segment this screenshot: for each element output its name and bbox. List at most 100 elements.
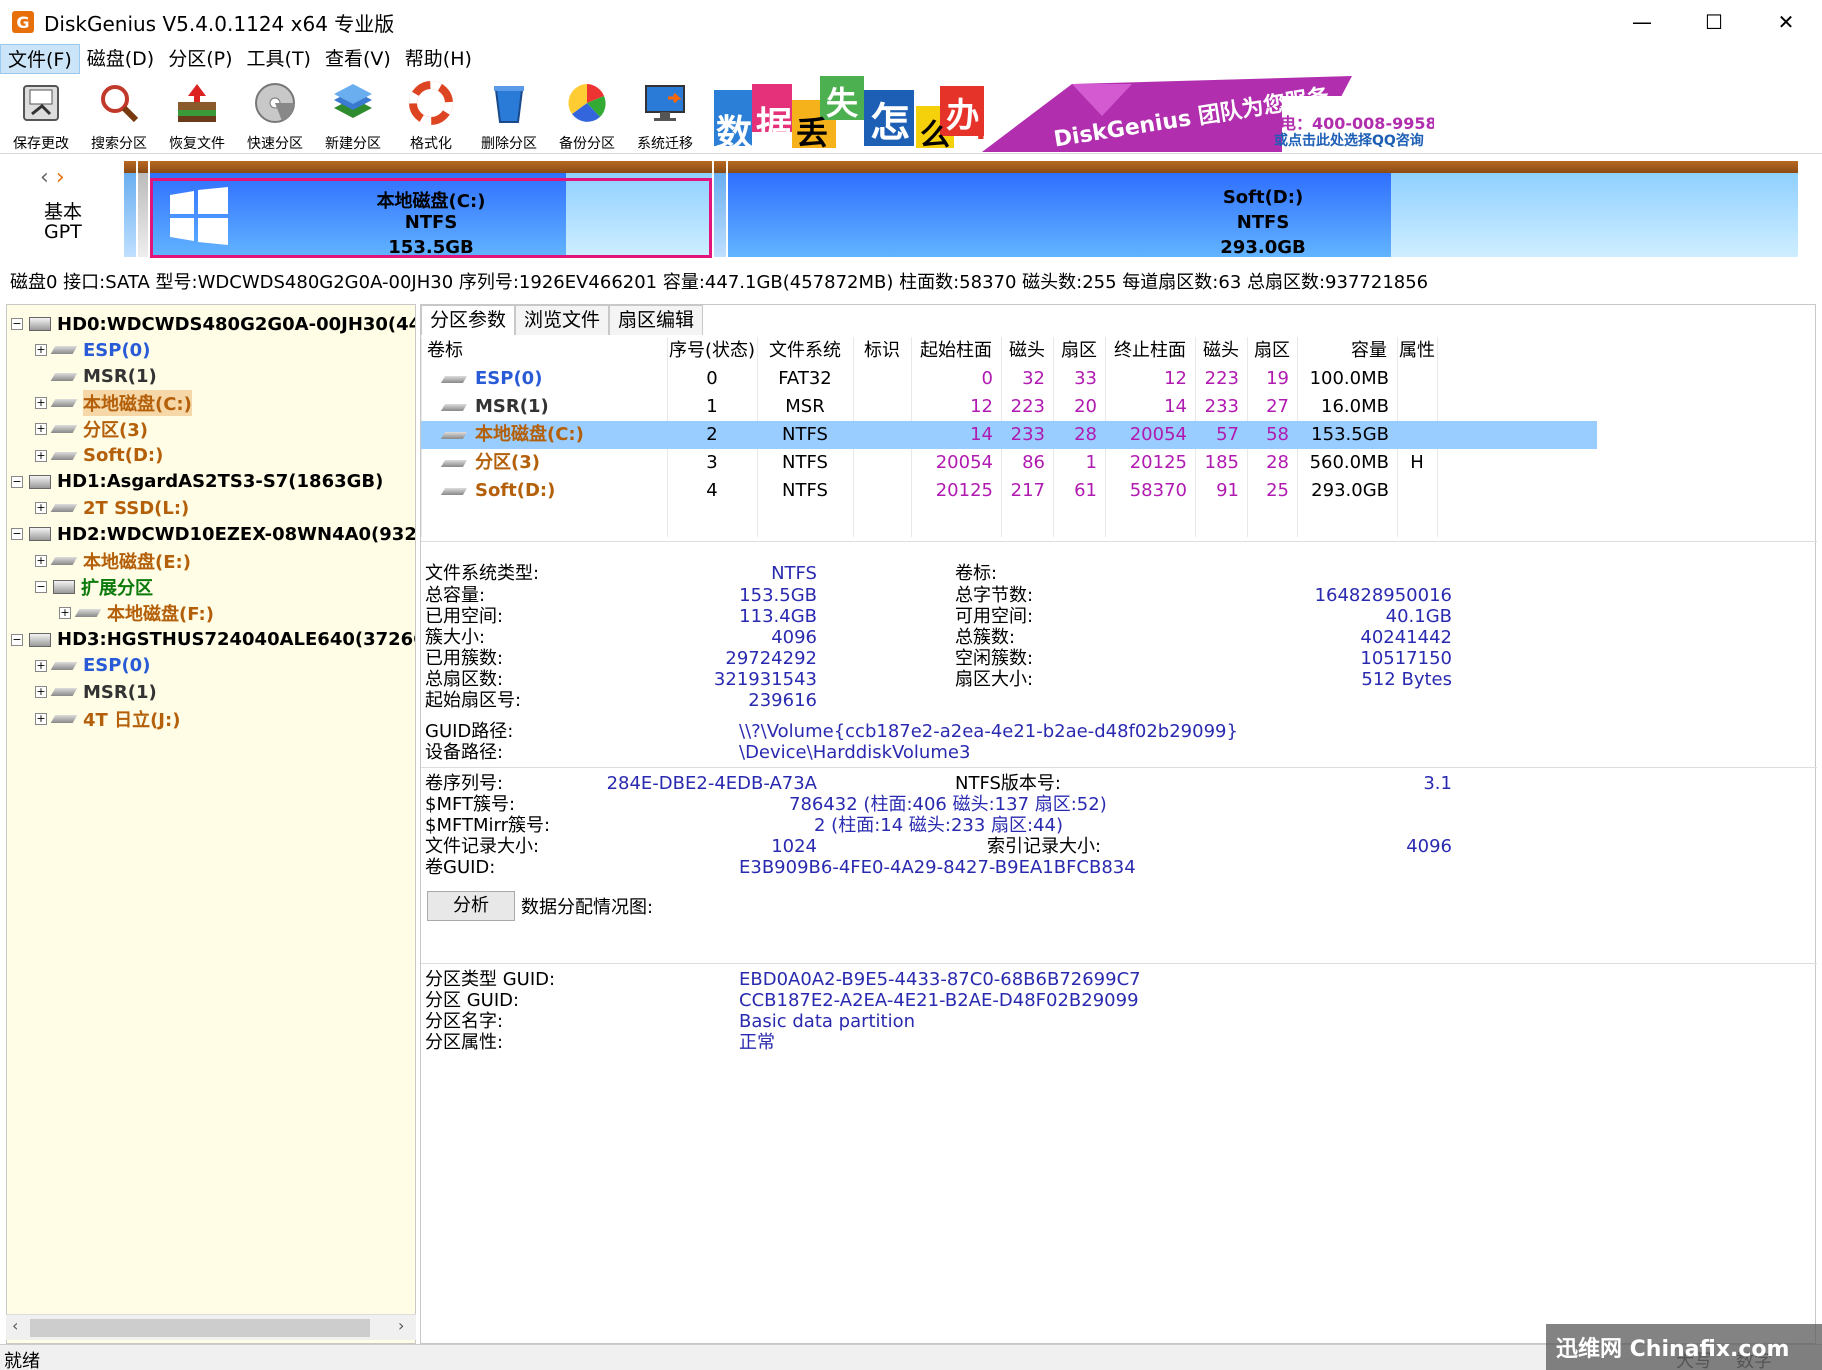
tree-partition-node[interactable]: + Soft(D:) [35, 443, 163, 469]
column-header[interactable]: 属性 [1397, 337, 1437, 365]
support-banner[interactable]: 数 据 丢 失 怎 么 办 ! DiskGenius 团队为您服务 致电：400… [712, 76, 1434, 152]
table-row[interactable]: 本地磁盘(C:) 2 NTFS 14 233 28 20054 57 58 153.5GB [421, 421, 1597, 449]
expand-icon[interactable]: + [35, 686, 47, 699]
collapse-icon[interactable]: − [11, 528, 23, 541]
column-header[interactable]: 终止柱面 [1105, 337, 1195, 365]
menu-partition[interactable]: 分区(P) [161, 44, 239, 74]
tab-sector-edit[interactable]: 扇区编辑 [609, 305, 704, 335]
partition-bar-msr[interactable] [138, 161, 148, 257]
menu-help[interactable]: 帮助(H) [398, 44, 479, 74]
tab-partition-params[interactable]: 分区参数 [421, 305, 516, 335]
partition-fs: NTFS [1236, 212, 1290, 233]
collapse-icon[interactable]: − [11, 475, 23, 488]
format-button[interactable]: 格式化 [392, 76, 470, 152]
expand-icon[interactable]: + [35, 449, 47, 462]
info-label: 簇大小: [425, 627, 486, 648]
row-label: ESP(0) [475, 368, 543, 389]
table-row[interactable]: Soft(D:) 4 NTFS 20125 217 61 58370 91 25 293.0GB [421, 477, 1597, 505]
partition-bar-d[interactable]: Soft(D:) NTFS 293.0GB [728, 161, 1798, 258]
collapse-icon[interactable]: − [35, 581, 47, 593]
tab-browse-files[interactable]: 浏览文件 [515, 305, 610, 335]
partition-bar-3[interactable] [714, 161, 726, 257]
tree-partition-node[interactable]: + MSR(1) [35, 679, 157, 705]
collapse-icon[interactable]: − [11, 318, 23, 330]
expand-icon[interactable]: + [35, 502, 47, 515]
new-partition-button[interactable]: 新建分区 [314, 76, 392, 152]
column-header[interactable]: 容量 [1297, 337, 1387, 365]
scroll-right-icon[interactable]: › [398, 1316, 404, 1335]
tree-partition-node[interactable]: MSR(1) [35, 364, 157, 390]
column-header[interactable]: 标识 [853, 337, 911, 365]
expand-icon[interactable]: + [35, 554, 47, 567]
tree-disk-node[interactable]: − HD1:AsgardAS2TS3-S7(1863GB) [11, 469, 383, 495]
index-record-size-value: 4096 [1406, 836, 1452, 857]
expand-icon[interactable]: + [35, 659, 47, 672]
scrollbar-thumb[interactable] [30, 1319, 370, 1337]
tree-disk-node[interactable]: − HD3:HGSTHUS724040ALE640(3726GB [11, 627, 415, 653]
table-row[interactable]: ESP(0) 0 FAT32 0 32 33 12 223 19 100.0MB [421, 365, 1597, 393]
info-value: 321931543 [713, 669, 817, 690]
maximize-button[interactable]: ☐ [1678, 0, 1750, 44]
tree-partition-node[interactable]: + 分区(3) [35, 416, 148, 442]
table-cell: 1 [706, 396, 718, 417]
expand-icon[interactable]: + [35, 423, 47, 436]
system-migrate-button[interactable]: 系统迁移 [626, 76, 704, 152]
tree-horizontal-scrollbar[interactable]: ‹ › [6, 1314, 416, 1340]
column-header[interactable]: 扇区 [1053, 337, 1105, 365]
column-header[interactable]: 磁头 [1195, 337, 1247, 365]
tree-partition-node[interactable]: + 本地磁盘(F:) [59, 600, 214, 626]
column-header[interactable]: 扇区 [1247, 337, 1297, 365]
tree-partition-node[interactable]: + 本地磁盘(E:) [35, 548, 191, 574]
table-row[interactable]: MSR(1) 1 MSR 12 223 20 14 233 27 16.0MB [421, 393, 1597, 421]
collapse-icon[interactable]: − [11, 633, 23, 646]
expand-icon[interactable]: + [35, 712, 47, 725]
minimize-button[interactable]: — [1606, 0, 1678, 44]
menu-view[interactable]: 查看(V) [318, 44, 398, 74]
search-partition-button[interactable]: 搜索分区 [80, 76, 158, 152]
tree-partition-node[interactable]: + 本地磁盘(C:) [35, 389, 192, 416]
partition-icon [440, 404, 468, 411]
partition-name-value: Basic data partition [739, 1011, 916, 1032]
column-header[interactable]: 磁头 [1001, 337, 1053, 365]
table-row[interactable]: 分区(3) 3 NTFS 20054 86 1 20125 185 28 560.0MB H [421, 449, 1597, 477]
tree-partition-node[interactable]: − 扩展分区 [35, 574, 153, 600]
partition-bar-esp[interactable] [124, 161, 136, 257]
table-cell: 16.0MB [1321, 396, 1389, 417]
tree-partition-node[interactable]: + ESP(0) [35, 653, 150, 679]
delete-partition-button[interactable]: 删除分区 [470, 76, 548, 152]
expand-icon[interactable]: + [59, 607, 71, 620]
partition-icon [50, 425, 78, 434]
column-header[interactable]: 序号(状态) [667, 337, 757, 365]
analyze-button[interactable]: 分析 [427, 891, 515, 921]
tree-partition-node[interactable]: + ESP(0) [35, 337, 150, 363]
column-header[interactable]: 文件系统 [757, 337, 853, 365]
menu-tools[interactable]: 工具(T) [240, 44, 318, 74]
tree-disk-node[interactable]: − HD2:WDCWD10EZEX-08WN4A0(932GI [11, 521, 415, 547]
chevron-right-icon[interactable]: › [56, 165, 65, 190]
table-cell: FAT32 [778, 368, 832, 389]
tree-disk-node[interactable]: − HD0:WDCWDS480G2G0A-00JH30(447 [11, 311, 415, 337]
tree-node-label: ESP(0) [83, 339, 151, 361]
tree-partition-node[interactable]: +2T SSD(L:) [35, 495, 189, 521]
info-value: 239616 [748, 690, 817, 711]
tree-partition-node[interactable]: +4T 日立(J:) [35, 706, 180, 732]
chevron-left-icon[interactable]: ‹ [40, 165, 49, 190]
expand-icon[interactable]: + [35, 344, 47, 357]
recover-files-button[interactable]: 恢复文件 [158, 76, 236, 152]
expand-icon[interactable]: + [35, 396, 47, 409]
partition-icon [53, 580, 75, 594]
tree-node-label: ESP(0) [83, 655, 151, 677]
close-button[interactable]: ✕ [1750, 0, 1822, 44]
column-header[interactable]: 起始柱面 [911, 337, 1001, 365]
window-title: DiskGenius V5.4.0.1124 x64 专业版 [44, 11, 395, 36]
backup-partition-button[interactable]: 备份分区 [548, 76, 626, 152]
mftmirr-value: 2 (柱面:14 磁头:233 扇区:44) [814, 815, 1064, 836]
quick-partition-button[interactable]: 快速分区 [236, 76, 314, 152]
menu-disk[interactable]: 磁盘(D) [80, 44, 161, 74]
menu-file[interactable]: 文件(F) [0, 44, 80, 74]
column-header[interactable]: 卷标 [427, 337, 463, 365]
partition-icon [50, 504, 78, 513]
disk-nav-arrows[interactable]: ‹ › [40, 165, 65, 190]
scroll-left-icon[interactable]: ‹ [12, 1316, 18, 1335]
save-changes-button[interactable]: 保存更改 [2, 76, 80, 152]
